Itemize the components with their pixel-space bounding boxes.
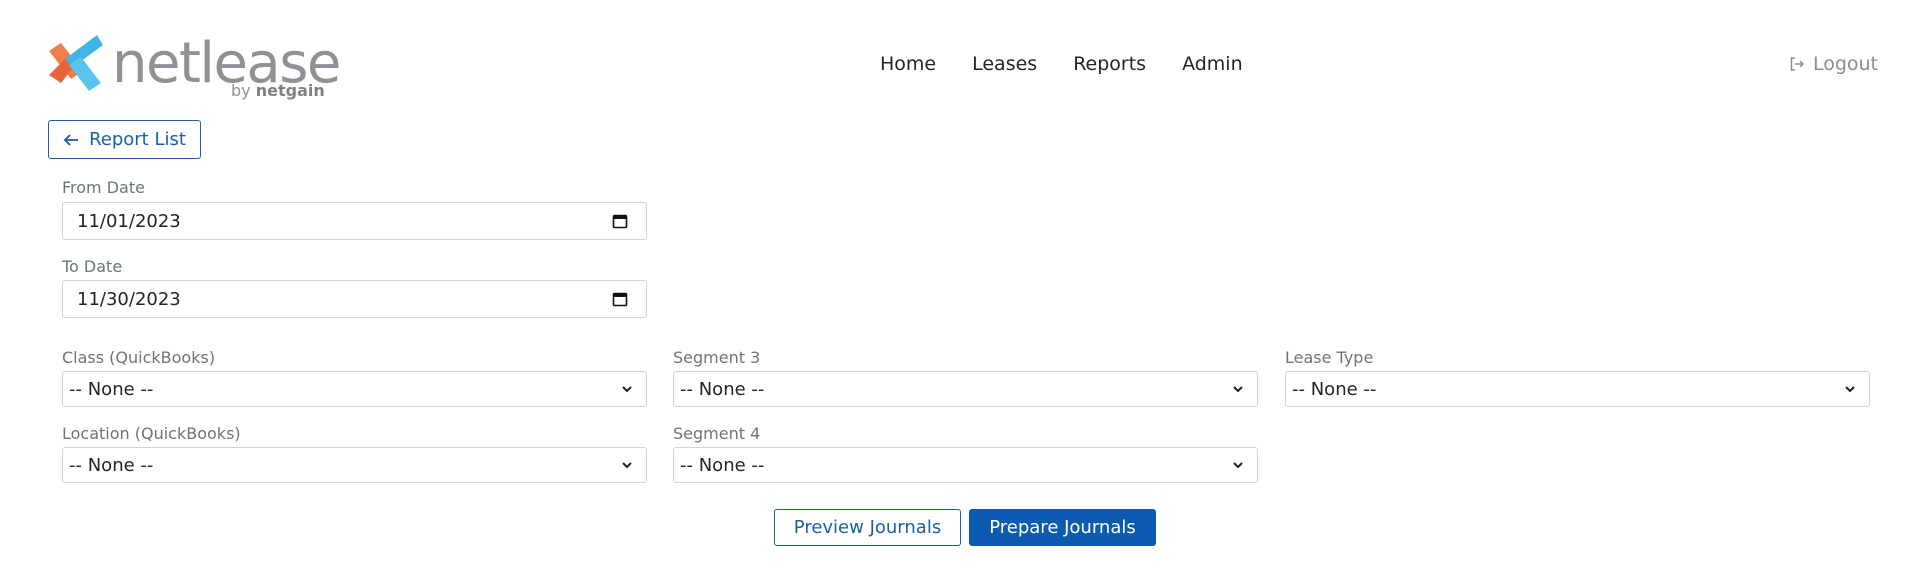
prepare-journals-button[interactable]: Prepare Journals (969, 509, 1156, 546)
to-date-value: 11/30/2023 (77, 288, 181, 310)
segment-4-value: -- None -- (680, 454, 765, 476)
nav-leases[interactable]: Leases (972, 53, 1037, 75)
calendar-icon[interactable] (612, 291, 628, 307)
to-date-label: To Date (62, 257, 123, 276)
location-quickbooks-label: Location (QuickBooks) (62, 424, 241, 443)
main-nav: Home Leases Reports Admin (880, 53, 1279, 75)
location-quickbooks-select[interactable]: -- None -- (62, 447, 647, 483)
from-date-input[interactable]: 11/01/2023 (62, 202, 647, 240)
segment-4-select[interactable]: -- None -- (673, 447, 1258, 483)
nav-admin[interactable]: Admin (1182, 53, 1243, 75)
brand-subtitle: by netgain (231, 81, 325, 100)
nav-home[interactable]: Home (880, 53, 936, 75)
from-date-value: 11/01/2023 (77, 210, 181, 232)
netlease-x-logo-icon (49, 35, 103, 91)
location-quickbooks-value: -- None -- (69, 454, 154, 476)
calendar-icon[interactable] (612, 213, 628, 229)
class-quickbooks-label: Class (QuickBooks) (62, 348, 216, 367)
report-list-button[interactable]: Report List (48, 120, 201, 159)
report-list-label: Report List (89, 129, 186, 150)
logout-label: Logout (1812, 53, 1878, 75)
segment-3-value: -- None -- (680, 378, 765, 400)
preview-journals-button[interactable]: Preview Journals (774, 509, 961, 546)
chevron-down-icon (1233, 462, 1243, 469)
chevron-down-icon (1845, 386, 1855, 393)
netlease-logo[interactable]: netlease by netgain (47, 33, 341, 103)
class-quickbooks-select[interactable]: -- None -- (62, 371, 647, 407)
lease-type-label: Lease Type (1285, 348, 1374, 367)
chevron-down-icon (622, 386, 632, 393)
logout-icon (1790, 57, 1804, 71)
nav-reports[interactable]: Reports (1073, 53, 1146, 75)
chevron-down-icon (1233, 386, 1243, 393)
logout-link[interactable]: Logout (1789, 53, 1878, 75)
to-date-input[interactable]: 11/30/2023 (62, 280, 647, 318)
segment-3-label: Segment 3 (673, 348, 761, 367)
segment-4-label: Segment 4 (673, 424, 761, 443)
lease-type-value: -- None -- (1292, 378, 1377, 400)
arrow-left-icon (63, 133, 79, 146)
lease-type-select[interactable]: -- None -- (1285, 371, 1870, 407)
from-date-label: From Date (62, 178, 145, 197)
segment-3-select[interactable]: -- None -- (673, 371, 1258, 407)
chevron-down-icon (622, 462, 632, 469)
class-quickbooks-value: -- None -- (69, 378, 154, 400)
